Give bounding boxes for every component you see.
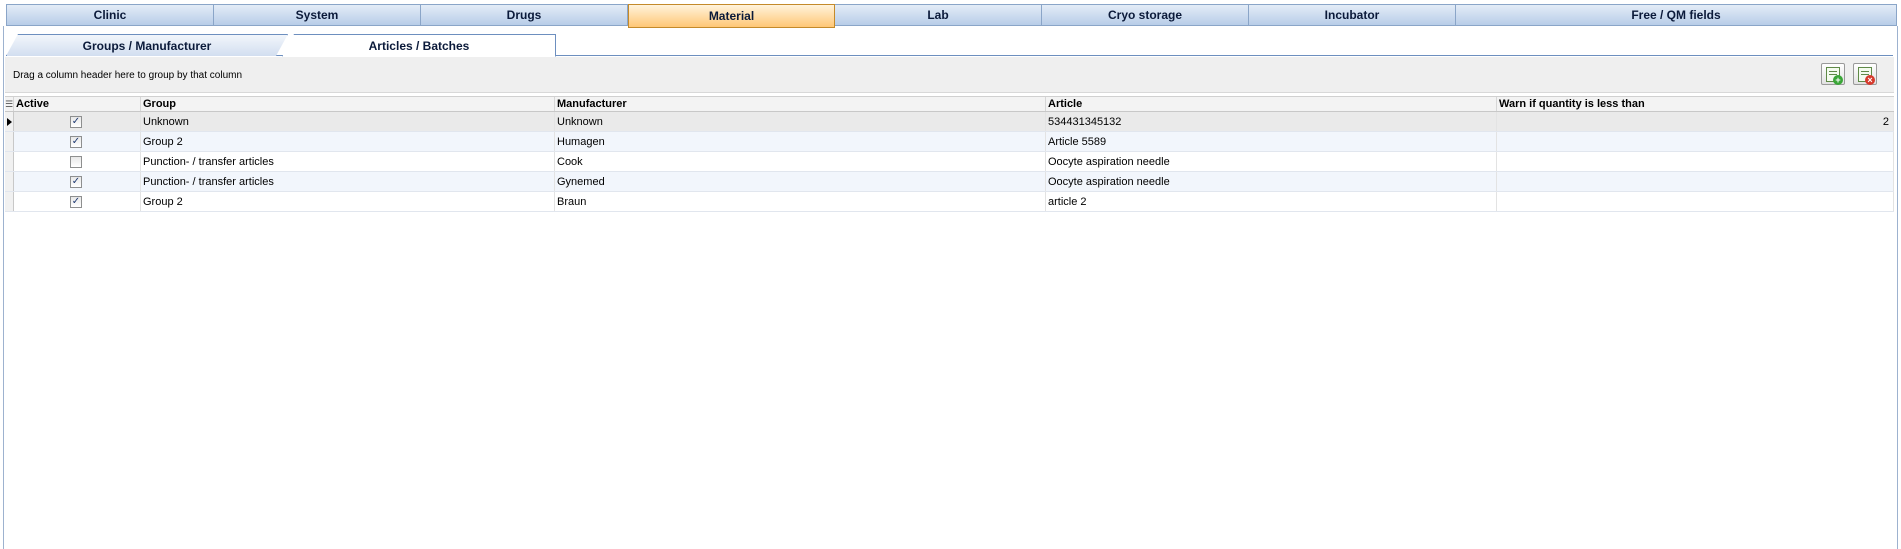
- current-row-arrow-icon: [6, 117, 12, 126]
- article-cell[interactable]: 534431345132: [1046, 112, 1497, 131]
- grid-header: ☰ Active Group Manufacturer Article Warn…: [5, 96, 1894, 112]
- column-header-warn-quantity[interactable]: Warn if quantity is less than: [1497, 97, 1894, 111]
- table-row[interactable]: ✓ Group 2 Braun article 2: [5, 192, 1894, 212]
- tab-groups-manufacturer[interactable]: Groups / Manufacturer: [6, 34, 288, 56]
- row-indicator[interactable]: [5, 172, 14, 191]
- column-header-group[interactable]: Group: [141, 97, 555, 111]
- active-checkbox[interactable]: ✓: [70, 115, 82, 128]
- article-cell[interactable]: Oocyte aspiration needle: [1046, 172, 1497, 191]
- column-header-active[interactable]: Active: [14, 97, 141, 111]
- articles-grid: ☰ Active Group Manufacturer Article Warn…: [5, 96, 1894, 212]
- delete-article-button[interactable]: ×: [1853, 63, 1877, 85]
- active-checkbox[interactable]: ✓: [70, 175, 82, 188]
- article-cell[interactable]: article 2: [1046, 192, 1497, 211]
- warn-quantity-cell[interactable]: [1497, 152, 1894, 171]
- row-indicator[interactable]: [5, 192, 14, 211]
- active-cell: ✓: [14, 132, 141, 151]
- tab-system[interactable]: System: [214, 5, 421, 25]
- active-cell: ✓: [14, 112, 141, 131]
- column-chooser-icon[interactable]: ☰: [5, 97, 14, 111]
- active-checkbox[interactable]: ✓: [70, 135, 82, 148]
- manufacturer-cell[interactable]: Gynemed: [555, 172, 1046, 191]
- add-article-button[interactable]: +: [1821, 63, 1845, 85]
- tab-lab[interactable]: Lab: [835, 5, 1042, 25]
- group-by-panel[interactable]: Drag a column header here to group by th…: [5, 57, 1894, 93]
- tab-incubator[interactable]: Incubator: [1249, 5, 1456, 25]
- row-indicator[interactable]: [5, 112, 14, 131]
- warn-quantity-cell[interactable]: 2: [1497, 112, 1894, 131]
- manufacturer-cell[interactable]: Unknown: [555, 112, 1046, 131]
- active-checkbox[interactable]: ✓: [70, 195, 82, 208]
- group-cell[interactable]: Punction- / transfer articles: [141, 172, 555, 191]
- active-checkbox[interactable]: [70, 155, 82, 168]
- tab-cryo-storage[interactable]: Cryo storage: [1042, 5, 1249, 25]
- add-document-icon: +: [1826, 66, 1843, 85]
- sub-tab-bar: Groups / Manufacturer Articles / Batches: [6, 34, 1893, 57]
- table-row[interactable]: ✓ Unknown Unknown 534431345132 2: [5, 112, 1894, 132]
- manufacturer-cell[interactable]: Cook: [555, 152, 1046, 171]
- row-indicator[interactable]: [5, 152, 14, 171]
- article-cell[interactable]: Article 5589: [1046, 132, 1497, 151]
- table-row[interactable]: ✓ Punction- / transfer articles Gynemed …: [5, 172, 1894, 192]
- active-cell: ✓: [14, 172, 141, 191]
- module-tab-bar: Clinic System Drugs Material Lab Cryo st…: [6, 4, 1897, 28]
- group-cell[interactable]: Unknown: [141, 112, 555, 131]
- manufacturer-cell[interactable]: Humagen: [555, 132, 1046, 151]
- tab-free-qm-fields[interactable]: Free / QM fields: [1456, 5, 1896, 25]
- row-indicator[interactable]: [5, 132, 14, 151]
- app-window: Clinic System Drugs Material Lab Cryo st…: [0, 0, 1901, 549]
- group-by-hint: Drag a column header here to group by th…: [13, 70, 243, 81]
- group-cell[interactable]: Group 2: [141, 192, 555, 211]
- article-cell[interactable]: Oocyte aspiration needle: [1046, 152, 1497, 171]
- warn-quantity-cell[interactable]: [1497, 172, 1894, 191]
- column-header-manufacturer[interactable]: Manufacturer: [555, 97, 1046, 111]
- manufacturer-cell[interactable]: Braun: [555, 192, 1046, 211]
- active-cell: [14, 152, 141, 171]
- group-cell[interactable]: Punction- / transfer articles: [141, 152, 555, 171]
- table-row[interactable]: Punction- / transfer articles Cook Oocyt…: [5, 152, 1894, 172]
- group-cell[interactable]: Group 2: [141, 132, 555, 151]
- warn-quantity-cell[interactable]: [1497, 192, 1894, 211]
- tab-articles-batches[interactable]: Articles / Batches: [282, 34, 556, 57]
- table-row[interactable]: ✓ Group 2 Humagen Article 5589: [5, 132, 1894, 152]
- warn-quantity-cell[interactable]: [1497, 132, 1894, 151]
- column-header-article[interactable]: Article: [1046, 97, 1497, 111]
- tab-clinic[interactable]: Clinic: [7, 5, 214, 25]
- tab-drugs[interactable]: Drugs: [421, 5, 628, 25]
- tab-material[interactable]: Material: [628, 4, 835, 28]
- delete-document-icon: ×: [1858, 66, 1875, 85]
- active-cell: ✓: [14, 192, 141, 211]
